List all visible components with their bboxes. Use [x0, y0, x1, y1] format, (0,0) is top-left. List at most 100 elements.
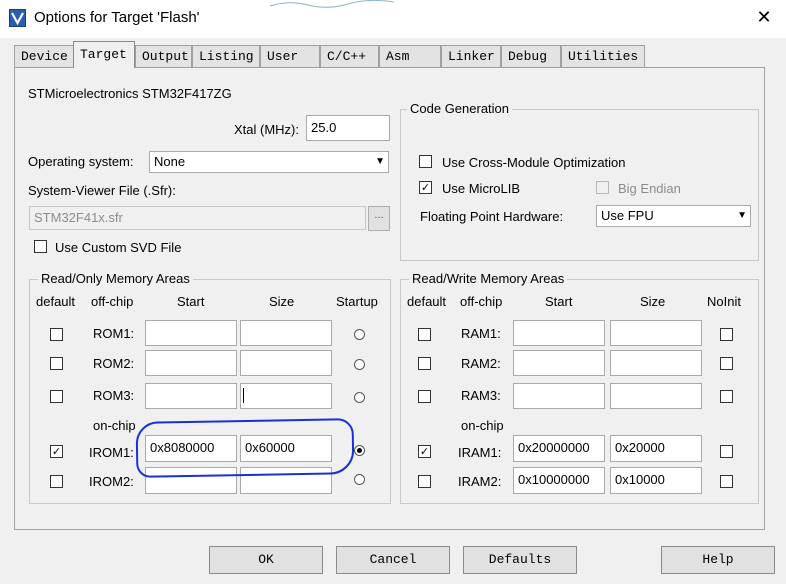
iram1-noinit-checkbox[interactable]	[720, 445, 733, 458]
ro-header-startup: Startup	[336, 294, 378, 309]
tab-user[interactable]: User	[260, 45, 320, 67]
background-scribble	[269, 0, 395, 8]
uvision-app-icon	[9, 9, 26, 27]
iram1-start-input[interactable]: 0x20000000	[513, 435, 605, 462]
rom1-startup-radio[interactable]	[354, 329, 365, 340]
big-endian-label: Big Endian	[618, 181, 681, 196]
rom2-start-input[interactable]	[145, 350, 237, 376]
ram2-start-input[interactable]	[513, 350, 605, 376]
ram3-noinit-checkbox[interactable]	[720, 390, 733, 403]
rom2-size-input[interactable]	[240, 350, 332, 376]
ram3-default-checkbox[interactable]	[418, 390, 431, 403]
rom3-label: ROM3:	[93, 388, 135, 403]
xtal-input[interactable]: 25.0	[306, 115, 390, 141]
rom1-start-input[interactable]	[145, 320, 237, 346]
os-select[interactable]: None ▼	[149, 151, 389, 173]
ram2-default-checkbox[interactable]	[418, 357, 431, 370]
cross-module-label: Use Cross-Module Optimization	[442, 155, 626, 170]
rw-header-start: Start	[545, 294, 573, 309]
tab-c-cpp[interactable]: C/C++	[320, 45, 379, 67]
rom3-default-checkbox[interactable]	[50, 390, 63, 403]
sysviewer-browse-button[interactable]: ...	[368, 206, 390, 231]
os-select-value: None	[154, 154, 186, 169]
ro-header-default: default	[36, 294, 76, 309]
custom-svd-checkbox[interactable]	[34, 240, 47, 253]
tab-utilities[interactable]: Utilities	[561, 45, 645, 67]
tab-linker[interactable]: Linker	[441, 45, 501, 67]
ram3-size-input[interactable]	[610, 383, 702, 409]
microlib-label: Use MicroLIB	[442, 181, 521, 196]
rom1-label: ROM1:	[93, 326, 135, 341]
ro-onchip-label: on-chip	[93, 418, 136, 433]
irom2-startup-radio[interactable]	[354, 474, 365, 485]
ram2-noinit-checkbox[interactable]	[720, 357, 733, 370]
text-caret	[243, 388, 244, 403]
rom1-size-input[interactable]	[240, 320, 332, 346]
iram2-label: IRAM2:	[458, 474, 502, 489]
ro-header-size: Size	[269, 294, 295, 309]
ram1-label: RAM1:	[461, 326, 501, 341]
rom2-default-checkbox[interactable]	[50, 357, 63, 370]
cross-module-checkbox[interactable]	[419, 155, 432, 168]
irom1-label: IROM1:	[89, 445, 134, 460]
rw-header-offchip: off-chip	[460, 294, 503, 309]
ro-header-offchip: off-chip	[91, 294, 134, 309]
ram1-start-input[interactable]	[513, 320, 605, 346]
tab-debug[interactable]: Debug	[501, 45, 561, 67]
microlib-checkbox[interactable]: ✓	[419, 181, 432, 194]
irom1-default-checkbox[interactable]: ✓	[50, 445, 63, 458]
irom2-label: IROM2:	[89, 474, 134, 489]
tab-target[interactable]: Target	[73, 41, 135, 68]
tab-listing[interactable]: Listing	[192, 45, 260, 67]
fpu-select-value: Use FPU	[601, 208, 654, 223]
ram1-size-input[interactable]	[610, 320, 702, 346]
window-title: Options for Target 'Flash'	[34, 9, 200, 26]
ro-header-start: Start	[177, 294, 205, 309]
rw-header-size: Size	[640, 294, 666, 309]
ram1-noinit-checkbox[interactable]	[720, 328, 733, 341]
rom2-startup-radio[interactable]	[354, 359, 365, 370]
rw-onchip-label: on-chip	[461, 418, 504, 433]
xtal-label: Xtal (MHz):	[234, 122, 299, 137]
chevron-down-icon: ▼	[375, 156, 385, 167]
chevron-down-icon: ▼	[737, 210, 747, 221]
iram1-label: IRAM1:	[458, 445, 502, 460]
iram2-default-checkbox[interactable]	[418, 475, 431, 488]
tab-asm[interactable]: Asm	[379, 45, 441, 67]
iram1-default-checkbox[interactable]: ✓	[418, 445, 431, 458]
fpu-select[interactable]: Use FPU ▼	[596, 205, 751, 227]
rw-header-default: default	[407, 294, 447, 309]
tab-device[interactable]: Device	[14, 45, 74, 67]
rom2-label: ROM2:	[93, 356, 135, 371]
sysviewer-input[interactable]: STM32F41x.sfr	[29, 206, 366, 230]
big-endian-checkbox[interactable]	[596, 181, 609, 194]
iram1-size-input[interactable]: 0x20000	[610, 435, 702, 462]
rom1-default-checkbox[interactable]	[50, 328, 63, 341]
fpu-label: Floating Point Hardware:	[420, 209, 564, 224]
close-icon[interactable]: ✕	[752, 6, 776, 30]
cancel-button[interactable]: Cancel	[336, 546, 450, 574]
irom1-startup-radio[interactable]	[354, 445, 365, 456]
help-button[interactable]: Help	[661, 546, 775, 574]
iram2-size-input[interactable]: 0x10000	[610, 467, 702, 494]
os-label: Operating system:	[28, 154, 134, 169]
rom3-startup-radio[interactable]	[354, 392, 365, 403]
ok-button[interactable]: OK	[209, 546, 323, 574]
iram2-start-input[interactable]: 0x10000000	[513, 467, 605, 494]
ram2-size-input[interactable]	[610, 350, 702, 376]
iram2-noinit-checkbox[interactable]	[720, 475, 733, 488]
ro-memory-title: Read/Only Memory Areas	[38, 271, 193, 286]
defaults-button[interactable]: Defaults	[463, 546, 577, 574]
custom-svd-label: Use Custom SVD File	[55, 240, 182, 255]
rw-memory-title: Read/Write Memory Areas	[409, 271, 568, 286]
irom2-default-checkbox[interactable]	[50, 475, 63, 488]
ram3-start-input[interactable]	[513, 383, 605, 409]
device-name: STMicroelectronics STM32F417ZG	[28, 86, 232, 101]
ram1-default-checkbox[interactable]	[418, 328, 431, 341]
ram2-label: RAM2:	[461, 356, 501, 371]
rw-header-noinit: NoInit	[707, 294, 741, 309]
sysviewer-label: System-Viewer File (.Sfr):	[28, 183, 176, 198]
rom3-start-input[interactable]	[145, 383, 237, 409]
rom3-size-input[interactable]	[240, 383, 332, 409]
tab-output[interactable]: Output	[135, 45, 192, 67]
